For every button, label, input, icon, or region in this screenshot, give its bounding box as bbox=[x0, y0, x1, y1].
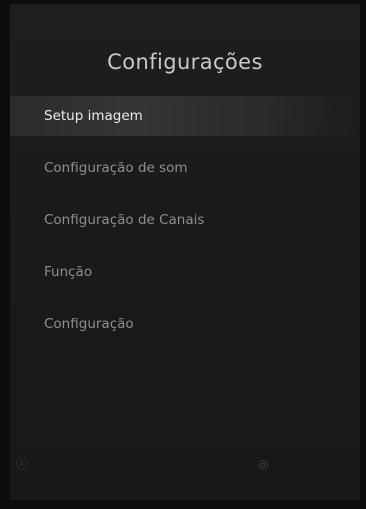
ok-button-icon: ◎ bbox=[258, 457, 269, 471]
menu-item-label: Setup imagem bbox=[44, 108, 143, 124]
menu-footer: ⓘ ◎ bbox=[10, 450, 360, 480]
menu-item-label: Configuração de Canais bbox=[44, 212, 205, 228]
settings-menu-panel: Configurações Setup imagem Configuração … bbox=[10, 4, 360, 500]
menu-item-label: Configuração bbox=[44, 316, 134, 332]
menu-item-label: Configuração de som bbox=[44, 160, 188, 176]
menu-item-configuracao-de-som[interactable]: Configuração de som bbox=[10, 148, 360, 200]
menu-title: Configurações bbox=[107, 50, 263, 74]
menu-item-label: Função bbox=[44, 264, 93, 280]
info-icon: ⓘ bbox=[16, 457, 29, 471]
menu-item-configuracao[interactable]: Configuração bbox=[10, 304, 360, 356]
menu-item-funcao[interactable]: Função bbox=[10, 252, 360, 304]
menu-item-configuracao-de-canais[interactable]: Configuração de Canais bbox=[10, 200, 360, 252]
menu-item-setup-imagem[interactable]: Setup imagem bbox=[10, 96, 360, 136]
menu-list: Setup imagem Configuração de som Configu… bbox=[10, 96, 360, 356]
